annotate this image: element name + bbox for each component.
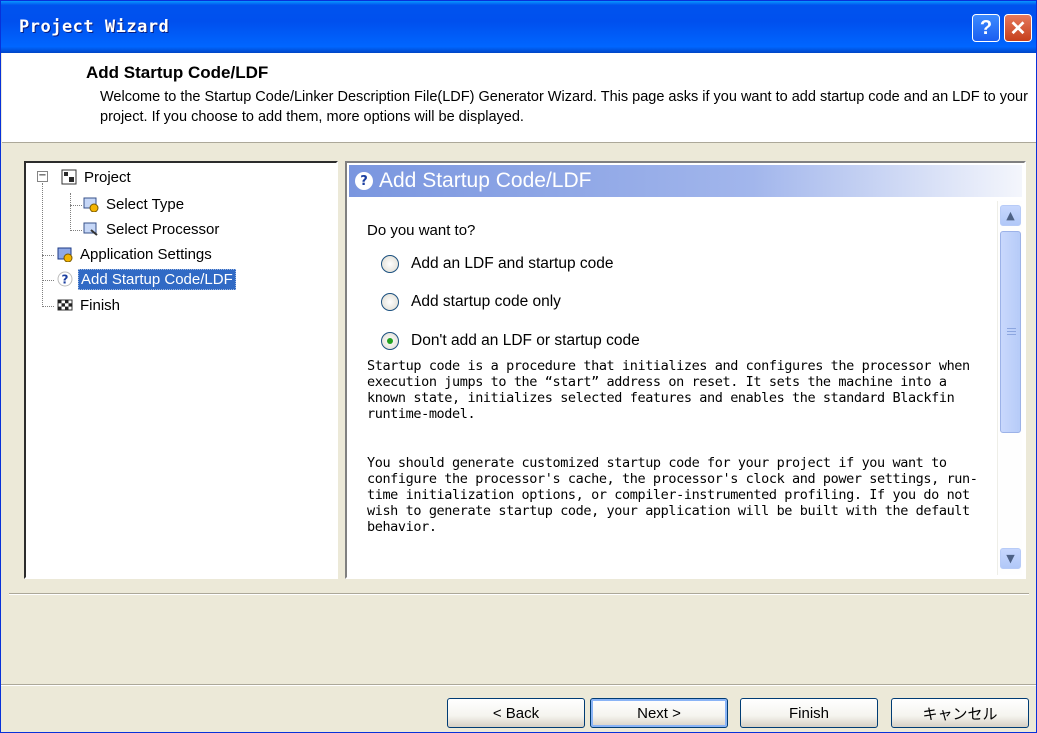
wizard-step-icon (82, 220, 100, 238)
scroll-down-icon[interactable]: ▼ (1000, 548, 1021, 569)
tree-item-project[interactable]: Project (60, 166, 133, 188)
tree-line (42, 183, 43, 307)
question-text: Do you want to? (367, 222, 476, 239)
tree-line (70, 230, 82, 231)
tree-item-application-settings[interactable]: Application Settings (56, 243, 214, 265)
tree-line (70, 205, 82, 206)
wizard-step-tree: − Project Select Type Select Processor A… (24, 161, 338, 579)
tree-item-label: Add Startup Code/LDF (78, 268, 236, 290)
window-title: Project Wizard (19, 17, 170, 37)
cancel-button[interactable]: キャンセル (891, 698, 1029, 728)
radio-button[interactable] (381, 255, 399, 273)
project-icon (60, 168, 78, 186)
grip (1007, 328, 1016, 329)
help-icon[interactable]: ? (972, 14, 1000, 42)
finish-button[interactable]: Finish (740, 698, 878, 728)
tree-item-finish[interactable]: Finish (56, 294, 122, 316)
tree-item-select-type[interactable]: Select Type (82, 193, 186, 215)
back-button[interactable]: < Back (447, 698, 585, 728)
grip (1007, 331, 1016, 332)
svg-text:?: ? (62, 273, 69, 287)
scrollbar-thumb[interactable] (1000, 231, 1021, 433)
vertical-scrollbar[interactable]: ▲ ▼ (997, 201, 1022, 575)
tree-line (70, 193, 71, 231)
tree-line (42, 255, 54, 256)
startup-code-description: Startup code is a procedure that initial… (367, 358, 970, 422)
divider (9, 593, 1029, 595)
options-panel: ? Add Startup Code/LDF Do you want to? A… (345, 161, 1026, 579)
close-icon[interactable]: ✕ (1004, 14, 1032, 42)
tree-item-label: Select Processor (106, 220, 220, 238)
tree-item-label: Project (84, 168, 131, 186)
wizard-step-icon (82, 195, 100, 213)
radio-label: Don't add an LDF or startup code (411, 332, 640, 349)
radio-button-selected[interactable] (381, 332, 399, 350)
divider (1, 684, 1036, 686)
checkered-flag-icon (56, 296, 74, 314)
tree-item-label: Application Settings (80, 245, 212, 263)
question-icon: ? (355, 172, 373, 190)
tree-line (42, 280, 54, 281)
tree-item-label: Select Type (106, 195, 185, 213)
radio-label: Add startup code only (411, 293, 561, 310)
tree-item-add-startup-code[interactable]: ? Add Startup Code/LDF (56, 268, 236, 290)
panel-title: Add Startup Code/LDF (379, 169, 592, 192)
page-title: Add Startup Code/LDF (86, 63, 269, 82)
panel-header: ? Add Startup Code/LDF (349, 165, 1022, 197)
tree-item-label: Finish (80, 296, 121, 314)
radio-add-ldf-and-startup[interactable]: Add an LDF and startup code (381, 253, 614, 275)
tree-line (42, 306, 54, 307)
next-button[interactable]: Next > (590, 698, 728, 728)
scroll-up-icon[interactable]: ▲ (1000, 205, 1021, 226)
radio-button[interactable] (381, 293, 399, 311)
tree-item-select-processor[interactable]: Select Processor (82, 218, 221, 240)
question-icon: ? (56, 270, 74, 288)
settings-icon (56, 245, 74, 263)
project-wizard-window: Project Wizard ? ✕ Add Startup Code/LDF … (0, 0, 1037, 733)
radio-label: Add an LDF and startup code (411, 255, 614, 272)
title-bar: Project Wizard ? ✕ (1, 1, 1036, 53)
customization-description: You should generate customized startup c… (367, 455, 978, 535)
grip (1007, 334, 1016, 335)
page-description: Welcome to the Startup Code/Linker Descr… (100, 89, 1028, 125)
wizard-header: Add Startup Code/LDF Welcome to the Star… (2, 53, 1036, 143)
panel-content: Do you want to? Add an LDF and startup c… (355, 203, 995, 575)
collapse-icon[interactable]: − (37, 171, 48, 182)
radio-dont-add[interactable]: Don't add an LDF or startup code (381, 330, 640, 352)
radio-add-startup-only[interactable]: Add startup code only (381, 291, 561, 313)
